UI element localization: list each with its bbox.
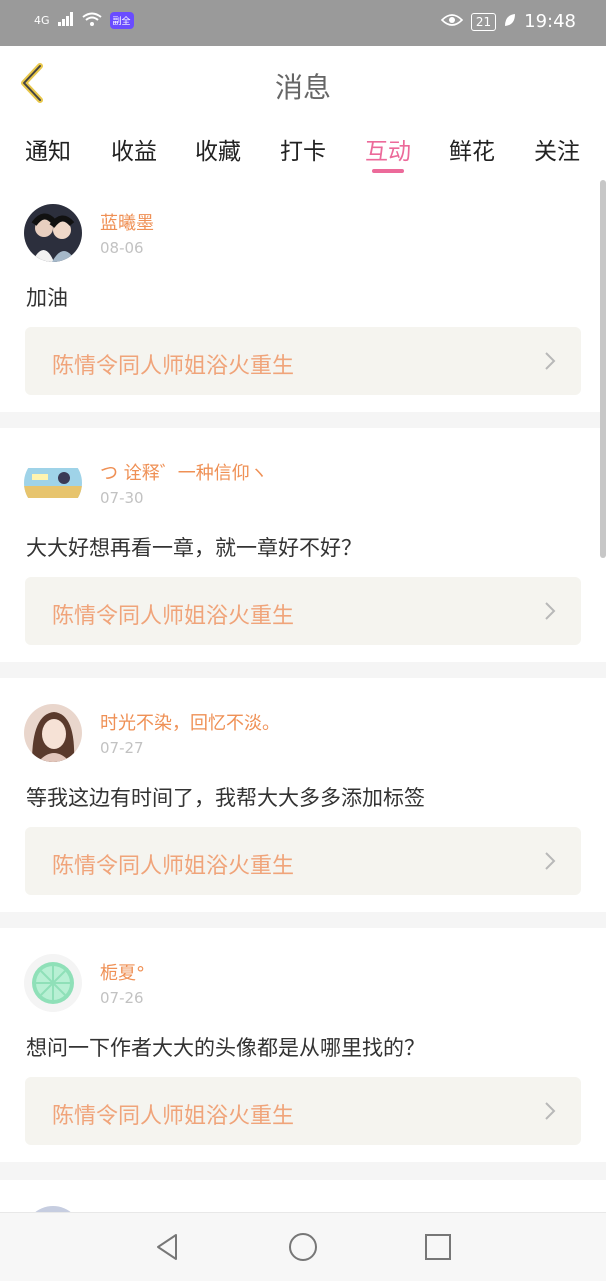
book-reference-button[interactable]: 陈情令同人师姐浴火重生 — [25, 577, 581, 645]
signal-icon — [57, 12, 74, 29]
wifi-icon — [81, 12, 102, 29]
clock: 19:48 — [524, 11, 576, 32]
home-circle-icon[interactable] — [287, 1231, 319, 1263]
tab-notifications[interactable]: 通知 — [13, 132, 83, 166]
network-label: 4G — [34, 14, 50, 27]
recents-square-icon[interactable] — [422, 1231, 454, 1263]
chevron-right-icon — [545, 602, 556, 620]
status-left: 4G 副全 — [34, 12, 134, 29]
book-reference-button[interactable]: 陈情令同人师姐浴火重生 — [25, 1077, 581, 1145]
tab-interaction[interactable]: 互动 — [353, 132, 423, 166]
app-badge: 副全 — [109, 12, 134, 29]
tab-bar: 通知 收益 收藏 打卡 互动 鲜花 关注 — [0, 120, 606, 178]
back-triangle-icon[interactable] — [152, 1231, 184, 1263]
message-card: 时光不染，回忆不淡。 07-27 等我这边有时间了，我帮大大多多添加标签 陈情令… — [0, 678, 606, 912]
message-text: 加油 — [26, 286, 68, 310]
avatar[interactable] — [24, 454, 82, 512]
book-reference-button[interactable]: 陈情令同人师姐浴火重生 — [25, 827, 581, 895]
eye-icon — [440, 11, 463, 32]
leaf-icon — [504, 11, 516, 32]
book-title: 陈情令同人师姐浴火重生 — [52, 354, 295, 379]
username[interactable]: 蓝曦墨 — [100, 209, 154, 235]
message-date: 07-30 — [100, 489, 144, 507]
book-title: 陈情令同人师姐浴火重生 — [52, 854, 295, 879]
girl-portrait-avatar-icon — [24, 704, 82, 762]
battery-level: 21 — [470, 12, 497, 31]
page-title: 消息 — [274, 71, 331, 104]
message-card: 蓝曦墨 08-06 加油 陈情令同人师姐浴火重生 — [0, 178, 606, 412]
status-right: 21 19:48 — [440, 11, 576, 32]
anime-landscape-avatar-icon — [24, 454, 82, 512]
tab-favorites[interactable]: 收藏 — [183, 132, 253, 166]
avatar[interactable] — [24, 704, 82, 762]
active-tab-indicator — [372, 169, 404, 173]
message-date: 07-27 — [100, 739, 144, 757]
book-reference-button[interactable]: 陈情令同人师姐浴火重生 — [25, 327, 581, 395]
message-card: 栀夏° 07-26 想问一下作者大大的头像都是从哪里找的？ 陈情令同人师姐浴火重… — [0, 928, 606, 1162]
book-title: 陈情令同人师姐浴火重生 — [52, 1104, 295, 1129]
message-text: 大大好想再看一章，就一章好不好？ — [26, 536, 362, 560]
message-card: つ 诠释゛一种信仰ヽ 07-30 大大好想再看一章，就一章好不好？ 陈情令同人师… — [0, 428, 606, 662]
message-date: 07-26 — [100, 989, 144, 1007]
tab-following[interactable]: 关注 — [522, 132, 592, 166]
book-title: 陈情令同人师姐浴火重生 — [52, 604, 295, 629]
anime-portrait-avatar-icon — [24, 204, 82, 262]
status-bar: 4G 副全 21 19:48 — [0, 0, 606, 46]
tab-checkin[interactable]: 打卡 — [268, 132, 338, 166]
tab-flowers[interactable]: 鲜花 — [437, 132, 507, 166]
tab-earnings[interactable]: 收益 — [99, 132, 169, 166]
message-date: 08-06 — [100, 239, 144, 257]
avatar[interactable] — [24, 204, 82, 262]
avatar[interactable] — [24, 954, 82, 1012]
chevron-right-icon — [545, 852, 556, 870]
message-text: 等我这边有时间了，我帮大大多多添加标签 — [26, 786, 425, 810]
scrollbar[interactable] — [600, 180, 606, 558]
header: 消息 — [0, 46, 606, 121]
system-nav-bar — [0, 1212, 606, 1281]
lime-slice-avatar-icon — [24, 954, 82, 1012]
username[interactable]: 栀夏° — [100, 959, 145, 985]
message-text: 想问一下作者大大的头像都是从哪里找的？ — [26, 1036, 425, 1060]
username[interactable]: 时光不染，回忆不淡。 — [100, 709, 280, 735]
chevron-right-icon — [545, 1102, 556, 1120]
chevron-right-icon — [545, 352, 556, 370]
username[interactable]: つ 诠释゛一种信仰ヽ — [100, 459, 268, 485]
